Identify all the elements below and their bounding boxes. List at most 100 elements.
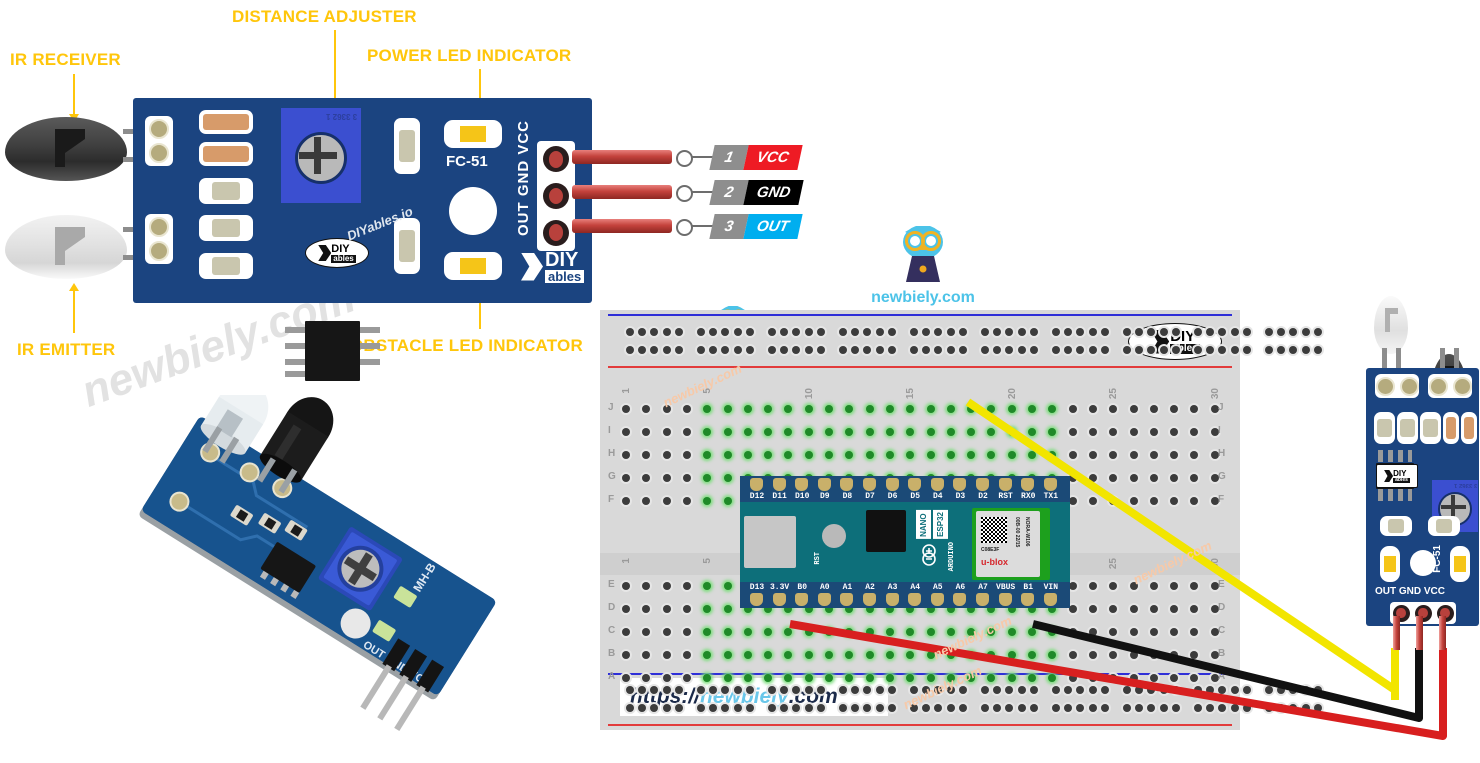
breadboard-row-letter: I (608, 425, 611, 436)
breadboard-hole[interactable] (1289, 704, 1298, 712)
breadboard-row-letter: G (1218, 471, 1226, 482)
header-pin-gnd[interactable] (543, 182, 569, 209)
nano-pad[interactable] (953, 478, 967, 491)
breadboard-hole[interactable] (1242, 328, 1251, 336)
nano-pad[interactable] (750, 478, 763, 491)
pin-callout-vcc: 1 VCC (709, 145, 803, 170)
nano-pad[interactable] (840, 593, 854, 606)
nano-pad[interactable] (998, 593, 1012, 606)
right-ir-emitter (1374, 296, 1408, 354)
diyables-line2: ables (331, 253, 356, 263)
breadboard-row-letter: C (608, 625, 616, 636)
reset-label: RST (814, 552, 822, 565)
nano-pad[interactable] (772, 593, 786, 606)
nano-pad[interactable] (976, 478, 990, 491)
header-pin-out[interactable] (543, 219, 569, 246)
pin-name: VCC (743, 145, 803, 170)
nano-pad[interactable] (1021, 478, 1035, 491)
breadboard-row-letter: B (1218, 648, 1226, 659)
nano-bottom-pads: D13 3.3V B0 A0 A1 A2 A3 A4 A5 A6 A7 VBUS B1 VIN (740, 582, 1070, 608)
nano-pin-label-vin: VIN (1043, 583, 1059, 592)
nano-pad[interactable] (817, 478, 831, 491)
diyables-line1: DIY (545, 249, 579, 271)
lead-vcc (1439, 616, 1446, 650)
nano-pad[interactable] (998, 478, 1012, 491)
breadboard-hole[interactable] (1301, 328, 1310, 336)
breadboard-hole[interactable] (1242, 686, 1251, 694)
nano-pin-label-d7: D7 (865, 492, 875, 501)
nano-pad[interactable] (750, 593, 763, 606)
nano-top-pads: D12 D11 D10 D9 D8 D7 D6 D5 D4 D3 D2 RST RX0 TX1 (740, 476, 1070, 502)
nano-pad[interactable] (885, 593, 899, 606)
nano-pin-label-a5: A5 (933, 583, 943, 592)
resistor (199, 215, 253, 241)
breadboard-hole[interactable] (1277, 704, 1286, 712)
led-leg (1396, 348, 1401, 370)
newbiely-logo-text: newbiely.com (871, 289, 975, 306)
reset-button[interactable] (822, 524, 846, 548)
nano-pad[interactable] (863, 478, 876, 491)
led-leg (1440, 348, 1445, 370)
nano-pad[interactable] (795, 593, 809, 606)
nano-pad[interactable] (908, 593, 922, 606)
arduino-logo (922, 544, 948, 571)
nano-pad[interactable] (885, 478, 899, 491)
nano-pad[interactable] (953, 593, 967, 606)
breadboard-hole[interactable] (1313, 328, 1322, 336)
breadboard-hole[interactable] (1289, 346, 1298, 354)
module-code: C08E3F (981, 547, 1000, 553)
via-pad (145, 116, 173, 166)
obstacle-led-indicator (444, 252, 502, 280)
breadboard-hole[interactable] (1289, 686, 1298, 694)
breadboard-hole[interactable] (1265, 704, 1273, 712)
nano-pad[interactable] (772, 478, 786, 491)
breadboard-hole[interactable] (1277, 346, 1286, 354)
breadboard-hole[interactable] (1313, 704, 1322, 712)
breadboard-hole[interactable] (1301, 704, 1310, 712)
breadboard-hole[interactable] (1313, 686, 1322, 694)
resistor (199, 253, 253, 279)
nano-pad[interactable] (863, 593, 876, 606)
nano-pad[interactable] (795, 478, 809, 491)
nano-pad[interactable] (817, 593, 831, 606)
breadboard-hole[interactable] (1289, 328, 1298, 336)
breadboard-hole[interactable] (1242, 704, 1251, 712)
breadboard-row-letter: A (1218, 671, 1226, 682)
breadboard-row-letter: B (608, 648, 616, 659)
breadboard-hole[interactable] (1265, 686, 1273, 694)
callout-wire-vcc (572, 150, 672, 164)
breadboard-hole[interactable] (1301, 686, 1310, 694)
nano-pin-label-a4: A4 (910, 583, 921, 592)
breadboard-hole[interactable] (1265, 346, 1273, 354)
breadboard-hole[interactable] (1277, 686, 1286, 694)
power-led-indicator (444, 120, 502, 148)
nano-pad[interactable] (908, 478, 922, 491)
nano-pin-label-a3: A3 (887, 583, 898, 592)
breadboard-hole[interactable] (1277, 328, 1286, 336)
pin-callout-gnd: 2 GND (709, 180, 805, 205)
breadboard-hole[interactable] (1242, 346, 1251, 354)
ublox-module: C08E3F u-blox 00B-00 22/15 NORA-W106 (972, 508, 1050, 580)
nano-pad[interactable] (930, 478, 944, 491)
comparator-ic (285, 321, 380, 381)
callout-wire-gnd (572, 185, 672, 199)
nano-pad[interactable] (930, 593, 944, 606)
usb-connector[interactable] (744, 516, 796, 568)
nano-pad[interactable] (1021, 593, 1035, 606)
breadboard-column-number: 5 (702, 558, 714, 564)
nano-pad[interactable] (840, 478, 854, 491)
breadboard-row-letter: H (1218, 448, 1226, 459)
nano-pin-label-a2: A2 (865, 583, 875, 592)
nano-pad[interactable] (1043, 593, 1057, 606)
nano-pad[interactable] (1043, 478, 1057, 491)
pin-header[interactable] (537, 141, 575, 251)
breadboard-hole[interactable] (1313, 346, 1322, 354)
breadboard-hole[interactable] (1265, 328, 1273, 336)
callout-node-out (676, 219, 693, 236)
header-pin-vcc[interactable] (543, 146, 569, 173)
nano-pad[interactable] (976, 593, 990, 606)
breadboard-row-letter: D (1218, 602, 1226, 613)
right-pin-header-label: OUT GND VCC (1375, 586, 1445, 597)
distance-adjuster-trimpot[interactable]: 3 3362 1 (281, 108, 361, 203)
breadboard-hole[interactable] (1301, 346, 1310, 354)
